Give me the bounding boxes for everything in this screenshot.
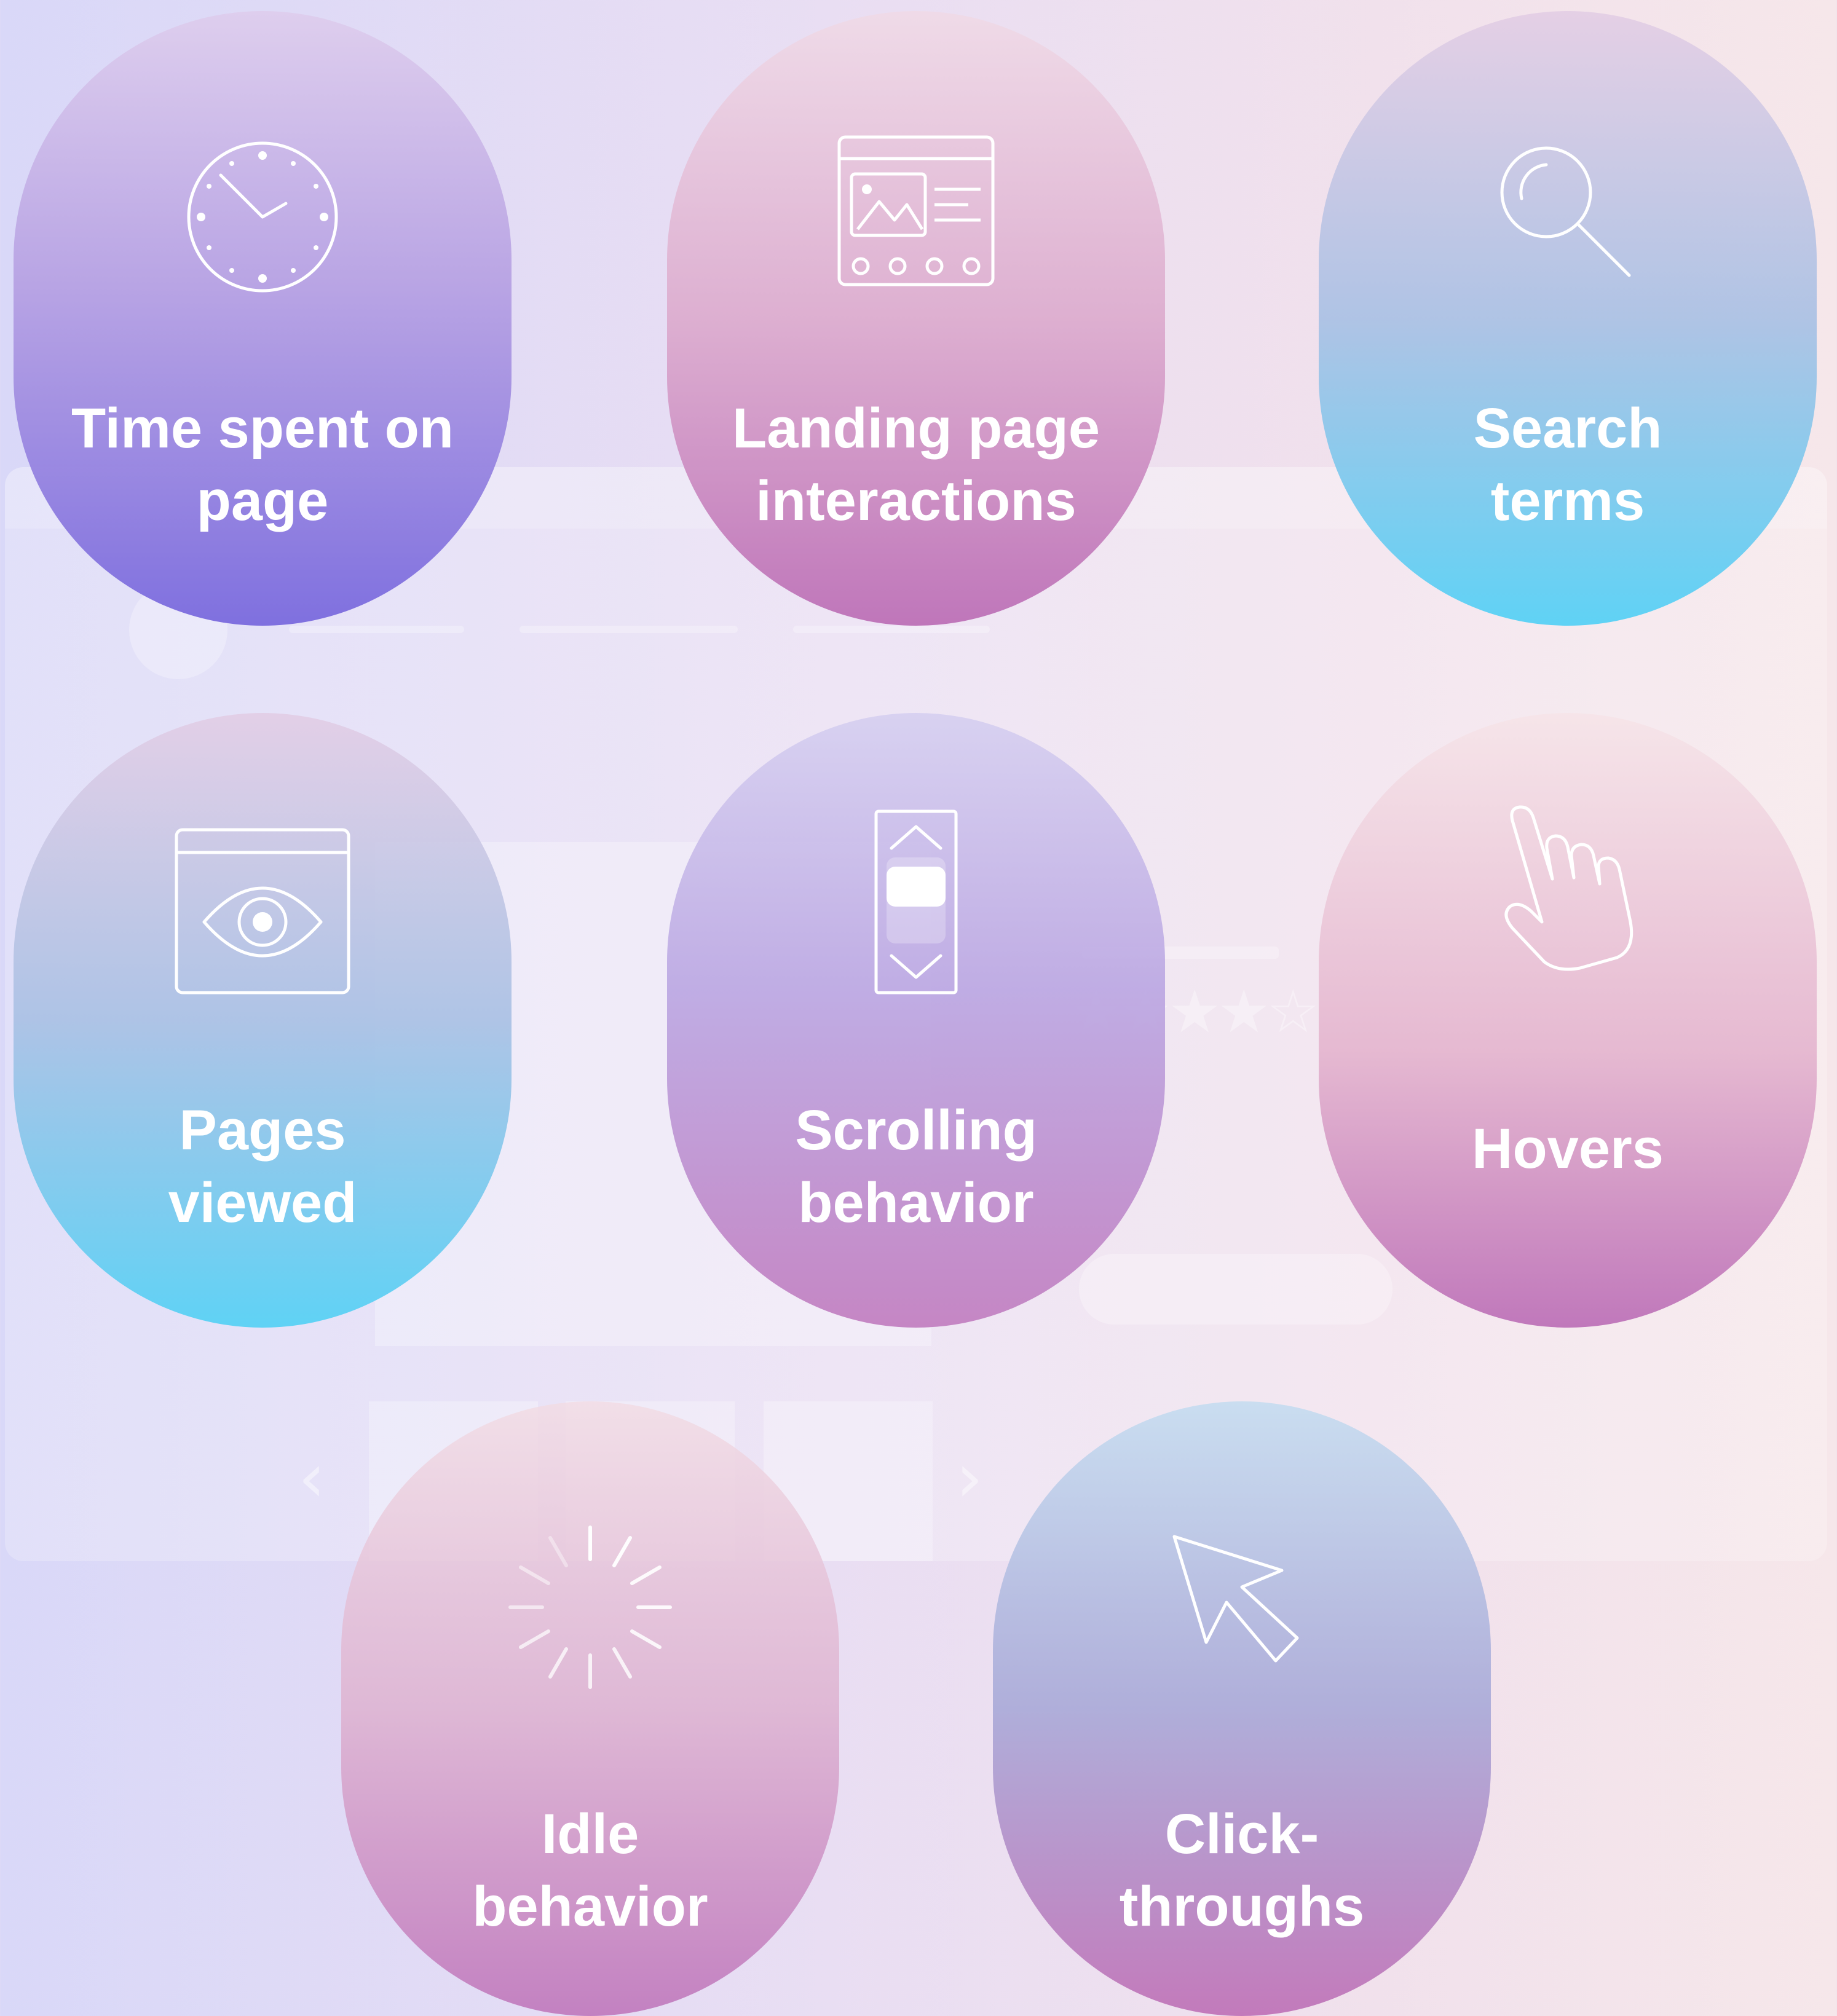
background-add-to-cart-button xyxy=(1079,1254,1393,1325)
clock-icon xyxy=(14,137,512,297)
metric-card-hovers: Hovers xyxy=(1319,713,1817,1328)
metric-label: Click- throughs xyxy=(1119,1803,1365,1938)
pointing-hand-icon xyxy=(1319,805,1817,983)
scrollbar-icon xyxy=(667,808,1165,996)
metric-card-time-spent: Time spent on page xyxy=(14,11,512,626)
metric-card-idle-behavior: Idle behavior xyxy=(341,1401,839,2016)
metric-card-scrolling-behavior: Scrolling behavior xyxy=(667,713,1165,1328)
metric-card-search-terms: Search terms xyxy=(1319,11,1817,626)
metric-card-click-throughs: Click- throughs xyxy=(993,1401,1491,2016)
browser-eye-icon xyxy=(14,827,512,996)
landing-page-icon xyxy=(667,134,1165,288)
magnifier-icon xyxy=(1319,143,1817,285)
background-nav-line xyxy=(793,626,990,633)
metric-card-pages-viewed: Pages viewed xyxy=(14,713,512,1328)
loading-spinner-icon xyxy=(341,1521,839,1693)
metric-card-landing-page-interactions: Landing page interactions xyxy=(667,11,1165,626)
background-nav-line xyxy=(289,626,464,633)
metric-label: Scrolling behavior xyxy=(795,1099,1037,1234)
background-chevron-left-icon: ‹ xyxy=(298,1438,325,1517)
metric-label: Idle behavior xyxy=(472,1803,708,1938)
background-chevron-right-icon: › xyxy=(956,1438,983,1517)
background-nav-line xyxy=(519,626,738,633)
mouse-cursor-icon xyxy=(993,1530,1491,1684)
metric-label: Hovers xyxy=(1472,1117,1664,1180)
metric-label: Landing page interactions xyxy=(732,397,1100,532)
metric-label: Time spent on page xyxy=(71,397,454,532)
metric-label: Search terms xyxy=(1473,397,1662,532)
metric-label: Pages viewed xyxy=(168,1099,357,1234)
